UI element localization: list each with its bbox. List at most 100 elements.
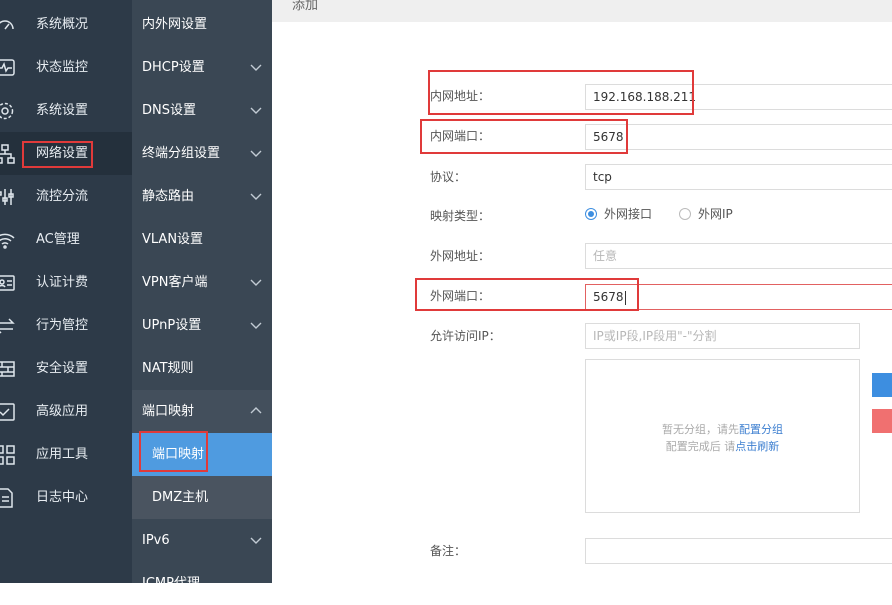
highlight-box: [139, 431, 208, 472]
submenu-item-label: NAT规则: [142, 361, 194, 376]
nav-item-traffic-control[interactable]: 流控分流: [0, 175, 132, 218]
wifi-icon: [0, 229, 16, 251]
group-empty-prefix: 暂无分组，请先: [662, 423, 739, 436]
nav-item-status-monitor[interactable]: 状态监控: [0, 46, 132, 89]
nav-item-label: AC管理: [36, 232, 80, 247]
nav-item-label: 应用工具: [36, 447, 89, 462]
nav-item-label: 系统设置: [36, 103, 89, 118]
chevron-down-icon: [250, 147, 262, 159]
nav-item-label: 状态监控: [36, 60, 89, 75]
nav-item-system-settings[interactable]: 系统设置: [0, 89, 132, 132]
submenu-item-label: VLAN设置: [142, 232, 204, 247]
nav-item-label: 日志中心: [36, 490, 89, 505]
chevron-down-icon: [250, 319, 262, 331]
nav-item-label: 安全设置: [36, 361, 89, 376]
submenu-item-port-mapping-group[interactable]: 端口映射: [132, 390, 272, 433]
submenu-item-label: DHCP设置: [142, 60, 205, 75]
pulse-monitor-icon: [0, 57, 16, 79]
chevron-down-icon: [250, 61, 262, 73]
add-group-button[interactable]: [872, 373, 892, 397]
external-address-label: 外网地址：: [430, 249, 491, 263]
submenu-item-dhcp[interactable]: DHCP设置: [132, 46, 272, 89]
submenu-item-label: 静态路由: [142, 189, 195, 204]
gear-icon: [0, 100, 16, 122]
nav-item-label: 行为管控: [36, 318, 89, 333]
configure-group-link[interactable]: 配置分组: [739, 423, 783, 436]
nav-item-label: 认证计费: [36, 275, 89, 290]
firewall-icon: [0, 358, 16, 380]
submenu-item-wan-lan[interactable]: 内外网设置: [132, 3, 272, 46]
chevron-up-icon: [250, 405, 262, 417]
dashboard-icon: [0, 14, 16, 36]
radio-dot: [585, 207, 597, 220]
submenu-item-label: IPv6: [142, 533, 170, 548]
nav-item-overview[interactable]: 系统概况: [0, 3, 132, 46]
mapping-type-label: 映射类型：: [430, 209, 491, 223]
group-refresh-text: 配置完成后 请点击刷新: [586, 438, 859, 454]
submenu-item-label: DNS设置: [142, 103, 196, 118]
nav-item-security[interactable]: 安全设置: [0, 347, 132, 390]
radio-label: 外网IP: [698, 207, 733, 221]
nav-item-ac-management[interactable]: AC管理: [0, 218, 132, 261]
submenu-item-icmp-proxy[interactable]: ICMP代理: [132, 562, 272, 605]
nav-item-label: 高级应用: [36, 404, 89, 419]
external-address-input[interactable]: 任意: [585, 243, 892, 269]
submenu-item-label: 端口映射: [142, 404, 195, 419]
remark-label: 备注：: [430, 544, 467, 558]
nav-item-auth-billing[interactable]: 认证计费: [0, 261, 132, 304]
allowed-ip-input[interactable]: IP或IP段,IP段用"-"分割: [585, 323, 860, 349]
submenu-item-label: 终端分组设置: [142, 146, 221, 161]
protocol-label: 协议：: [430, 170, 467, 184]
submenu-item-label: ICMP代理: [142, 576, 200, 591]
refresh-link[interactable]: 点击刷新: [735, 440, 779, 453]
submenu-item-upnp[interactable]: UPnP设置: [132, 304, 272, 347]
submenu-item-nat-rules[interactable]: NAT规则: [132, 347, 272, 390]
remove-group-button[interactable]: [872, 409, 892, 433]
nav-item-label: 流控分流: [36, 189, 89, 204]
highlight-box: [428, 70, 694, 115]
submenu-item-vlan[interactable]: VLAN设置: [132, 218, 272, 261]
radio-dot: [679, 207, 691, 220]
allowed-ip-label: 允许访问IP：: [430, 329, 501, 343]
nav-item-log-center[interactable]: 日志中心: [0, 476, 132, 519]
highlight-box: [22, 141, 93, 168]
secondary-submenu: 内外网设置 DHCP设置 DNS设置 终端分组设置 静态路由 VLAN设置 VP…: [132, 0, 272, 591]
submenu-item-label: VPN客户端: [142, 275, 208, 290]
submenu-item-dmz-host[interactable]: DMZ主机: [132, 476, 272, 519]
chevron-down-icon: [250, 190, 262, 202]
internal-port-input[interactable]: 5678: [585, 124, 892, 150]
submenu-item-label: 内外网设置: [142, 17, 208, 32]
nav-item-advanced-apps[interactable]: 高级应用: [0, 390, 132, 433]
group-refresh-prefix: 配置完成后 请: [665, 440, 736, 453]
page-header: 添加: [272, 0, 892, 22]
remark-input[interactable]: [585, 538, 892, 564]
sliders-icon: [0, 186, 16, 208]
submenu-item-static-route[interactable]: 静态路由: [132, 175, 272, 218]
check-window-icon: [0, 401, 16, 423]
nav-item-behavior-control[interactable]: 行为管控: [0, 304, 132, 347]
network-icon: [0, 143, 16, 165]
page-title: 添加: [292, 0, 319, 13]
tools-grid-icon: [0, 444, 16, 466]
submenu-item-dns[interactable]: DNS设置: [132, 89, 272, 132]
id-card-icon: [0, 272, 16, 294]
submenu-item-label: UPnP设置: [142, 318, 202, 333]
radio-wan-interface[interactable]: 外网接口: [585, 205, 652, 222]
nav-item-label: 系统概况: [36, 17, 89, 32]
submenu-item-ipv6[interactable]: IPv6: [132, 519, 272, 562]
chevron-down-icon: [250, 534, 262, 546]
highlight-box: [415, 278, 639, 311]
chevron-down-icon: [250, 276, 262, 288]
nav-item-app-tools[interactable]: 应用工具: [0, 433, 132, 476]
submenu-item-label: DMZ主机: [152, 490, 209, 505]
primary-sidebar: 系统概况 状态监控 系统设置 网络设置 流控分流 AC管理 认证计费 行为管控 …: [0, 0, 132, 583]
radio-wan-ip[interactable]: 外网IP: [679, 205, 733, 222]
submenu-item-terminal-group[interactable]: 终端分组设置: [132, 132, 272, 175]
submenu-item-vpn-client[interactable]: VPN客户端: [132, 261, 272, 304]
protocol-select[interactable]: tcp: [585, 164, 892, 190]
group-empty-text: 暂无分组，请先配置分组: [586, 421, 859, 437]
arrows-exchange-icon: [0, 315, 16, 337]
group-list-box: 暂无分组，请先配置分组 配置完成后 请点击刷新: [585, 359, 860, 513]
radio-label: 外网接口: [604, 207, 653, 221]
highlight-box: [420, 119, 628, 154]
